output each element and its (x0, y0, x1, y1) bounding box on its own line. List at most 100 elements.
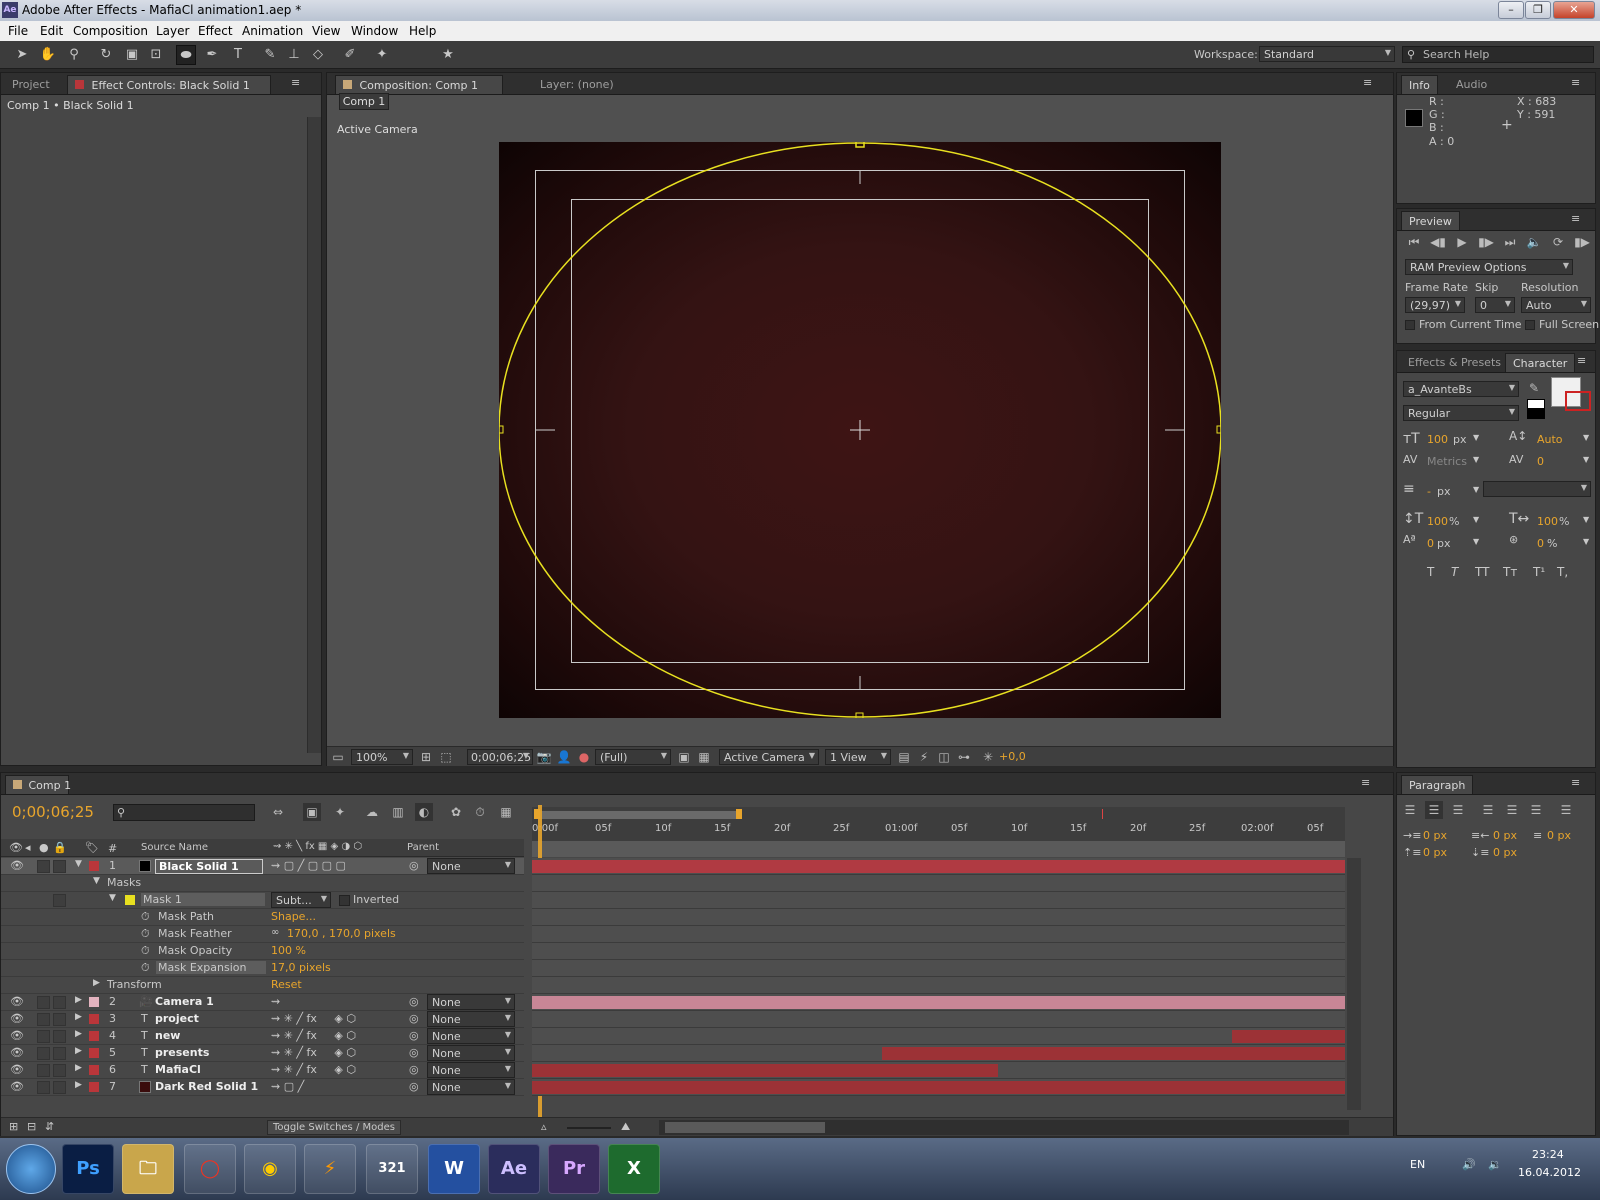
time-navigator[interactable] (532, 841, 1345, 857)
parent-pickwhip-icon[interactable]: ◎ (409, 1046, 419, 1059)
solo-switch[interactable] (53, 996, 66, 1009)
collapse-triangle-icon[interactable]: ▶ (75, 1063, 82, 1073)
layer-2-duration-bar[interactable] (532, 996, 1345, 1009)
resolution-dropdown[interactable]: Auto (1521, 297, 1591, 313)
mask-opacity-value[interactable]: 100 % (271, 944, 306, 957)
visibility-eye-icon[interactable]: 👁 (10, 1046, 24, 1059)
indent-right-value[interactable]: 0 px (1493, 829, 1517, 842)
ellipse-tool-icon[interactable]: ⬬ (176, 45, 196, 65)
parent-dropdown[interactable]: None (427, 1011, 515, 1027)
toggle-mask-icon[interactable]: ⬚ (437, 748, 455, 766)
roto-brush-tool-icon[interactable]: ✐ (340, 45, 360, 65)
stroke-width-dropdown-icon[interactable]: ▼ (1473, 485, 1479, 494)
channel-icon[interactable]: ● (575, 748, 593, 766)
volume-icon[interactable]: 🔊 (1462, 1158, 1476, 1171)
collapse-triangle-icon[interactable]: ▶ (75, 995, 82, 1005)
workspace-dropdown[interactable]: Standard (1259, 46, 1395, 62)
loop-icon[interactable]: ⟳ (1549, 233, 1567, 251)
tab-info[interactable]: Info (1401, 75, 1438, 94)
vertical-scale-dropdown-icon[interactable]: ▼ (1473, 515, 1479, 524)
layer-name[interactable]: presents (155, 1046, 209, 1059)
mask-feather-value[interactable]: 170,0 , 170,0 pixels (287, 927, 396, 940)
flowchart-icon[interactable]: ⊶ (955, 748, 973, 766)
layer-switches[interactable]: ⇝ ✳ ╱ fx ◈ ⬡ (271, 1063, 356, 1076)
camera-view-dropdown[interactable]: Active Camera (719, 749, 819, 765)
layer-label-color[interactable] (89, 1065, 99, 1075)
resolution-dropdown[interactable]: (Full) (595, 749, 671, 765)
visibility-eye-icon[interactable]: 👁 (10, 1063, 24, 1076)
tab-preview[interactable]: Preview (1401, 211, 1460, 230)
layer-search-input[interactable]: ⚲ (113, 804, 255, 821)
parent-pickwhip-icon[interactable]: ◎ (409, 859, 419, 872)
transform-group-row[interactable]: ▶ Transform Reset (1, 977, 524, 994)
solo-switch[interactable] (53, 1047, 66, 1060)
baseline-shift-value[interactable]: 0 (1427, 537, 1434, 550)
layer-label-color[interactable] (89, 1082, 99, 1092)
stroke-color-swatch[interactable] (1565, 391, 1591, 411)
mask-name[interactable]: Mask 1 (141, 893, 265, 906)
tab-character[interactable]: Character (1505, 353, 1576, 372)
timeline-horizontal-scrollbar[interactable] (659, 1120, 1349, 1135)
stroke-width-value[interactable]: - (1427, 485, 1431, 498)
play-icon[interactable]: ▶ (1453, 233, 1471, 251)
vertical-scale-value[interactable]: 100 (1427, 515, 1448, 528)
justify-all-icon[interactable]: ☰ (1557, 801, 1575, 819)
transform-reset-link[interactable]: Reset (271, 978, 302, 991)
expand-triangle-icon[interactable]: ▼ (75, 859, 82, 869)
pixel-aspect-icon[interactable]: ▤ (895, 748, 913, 766)
layer-row-7[interactable]: 👁 ▶ 7 Dark Red Solid 1 ⇝ ▢ ╱ ◎ None (1, 1079, 524, 1096)
mask-expansion-value[interactable]: 17,0 pixels (271, 961, 331, 974)
parent-dropdown[interactable]: None (427, 994, 515, 1010)
eyedropper-icon[interactable]: ✎ (1525, 379, 1543, 397)
tab-layer[interactable]: Layer: (none) (533, 75, 621, 94)
mask-expansion-row[interactable]: ⏱ Mask Expansion 17,0 pixels (1, 960, 524, 977)
stroke-style-dropdown[interactable] (1483, 481, 1591, 497)
mask-path-row[interactable]: ⏱ Mask Path Shape... (1, 909, 524, 926)
tab-project[interactable]: Project (5, 75, 57, 94)
layer-label-color[interactable] (89, 861, 99, 871)
transparency-grid-icon[interactable]: ▦ (695, 748, 713, 766)
hide-shy-layers-icon[interactable]: ☁ (363, 803, 381, 821)
taskbar-media-player[interactable]: 321 (366, 1144, 418, 1194)
layer-name[interactable]: Dark Red Solid 1 (155, 1080, 258, 1093)
taskbar-photoshop[interactable]: Ps (62, 1144, 114, 1194)
indent-left-value[interactable]: 0 px (1423, 829, 1447, 842)
mask-mode-dropdown[interactable]: Subt... (271, 892, 331, 908)
solo-switch[interactable] (53, 860, 66, 873)
time-ruler[interactable]: 0:00f 05f 10f 15f 20f 25f 01:00f 05f 10f… (532, 807, 1345, 857)
panel-menu-icon[interactable]: ≡ (291, 76, 300, 89)
layer-switches[interactable]: ⇝ ▢ ╱ ▢ ▢ ▢ (271, 859, 346, 872)
comp-mini-flowchart-icon[interactable]: ⇔ (269, 803, 287, 821)
current-time-field[interactable]: 0;00;06;25 (467, 749, 533, 765)
subscript-button[interactable]: T, (1557, 565, 1568, 579)
stopwatch-icon[interactable]: ⏱ (141, 910, 150, 924)
hand-tool-icon[interactable]: ✋ (38, 45, 58, 65)
collapse-triangle-icon[interactable]: ▶ (75, 1046, 82, 1056)
tracking-value[interactable]: 0 (1537, 455, 1544, 468)
work-area-bar[interactable] (538, 811, 738, 819)
skip-dropdown[interactable]: 0 (1475, 297, 1515, 313)
horizontal-scale-dropdown-icon[interactable]: ▼ (1583, 515, 1589, 524)
solo-switch[interactable] (53, 1013, 66, 1026)
panel-menu-icon[interactable]: ≡ (1361, 776, 1370, 789)
baseline-shift-dropdown-icon[interactable]: ▼ (1473, 537, 1479, 546)
expand-triangle-icon[interactable]: ▼ (93, 876, 100, 886)
timeline-icon[interactable]: ◫ (935, 748, 953, 766)
tsume-value[interactable]: 0 (1537, 537, 1544, 550)
magnification-dropdown[interactable]: 100% (351, 749, 413, 765)
search-help-field[interactable]: ⚲ Search Help (1402, 46, 1594, 63)
layer-switches-pane-icon[interactable]: ⊞ (9, 1120, 18, 1133)
layer-1-duration-bar[interactable] (532, 860, 1345, 873)
solo-switch[interactable] (53, 1081, 66, 1094)
leading-dropdown-icon[interactable]: ▼ (1583, 433, 1589, 442)
audio-icon[interactable]: 🔈 (1525, 233, 1543, 251)
collapse-triangle-icon[interactable]: ▶ (93, 978, 100, 988)
clone-stamp-tool-icon[interactable]: ⊥ (284, 45, 304, 65)
space-after-value[interactable]: 0 px (1493, 846, 1517, 859)
tab-audio[interactable]: Audio (1449, 75, 1494, 94)
font-style-dropdown[interactable]: Regular (1403, 405, 1519, 421)
tab-comp-1[interactable]: Comp 1 (5, 775, 71, 794)
leading-value[interactable]: Auto (1537, 433, 1563, 446)
layer-row-6[interactable]: 👁 ▶ 6 T MafiaCl ⇝ ✳ ╱ fx ◈ ⬡ ◎ None (1, 1062, 524, 1079)
faux-italic-button[interactable]: T (1451, 565, 1458, 579)
